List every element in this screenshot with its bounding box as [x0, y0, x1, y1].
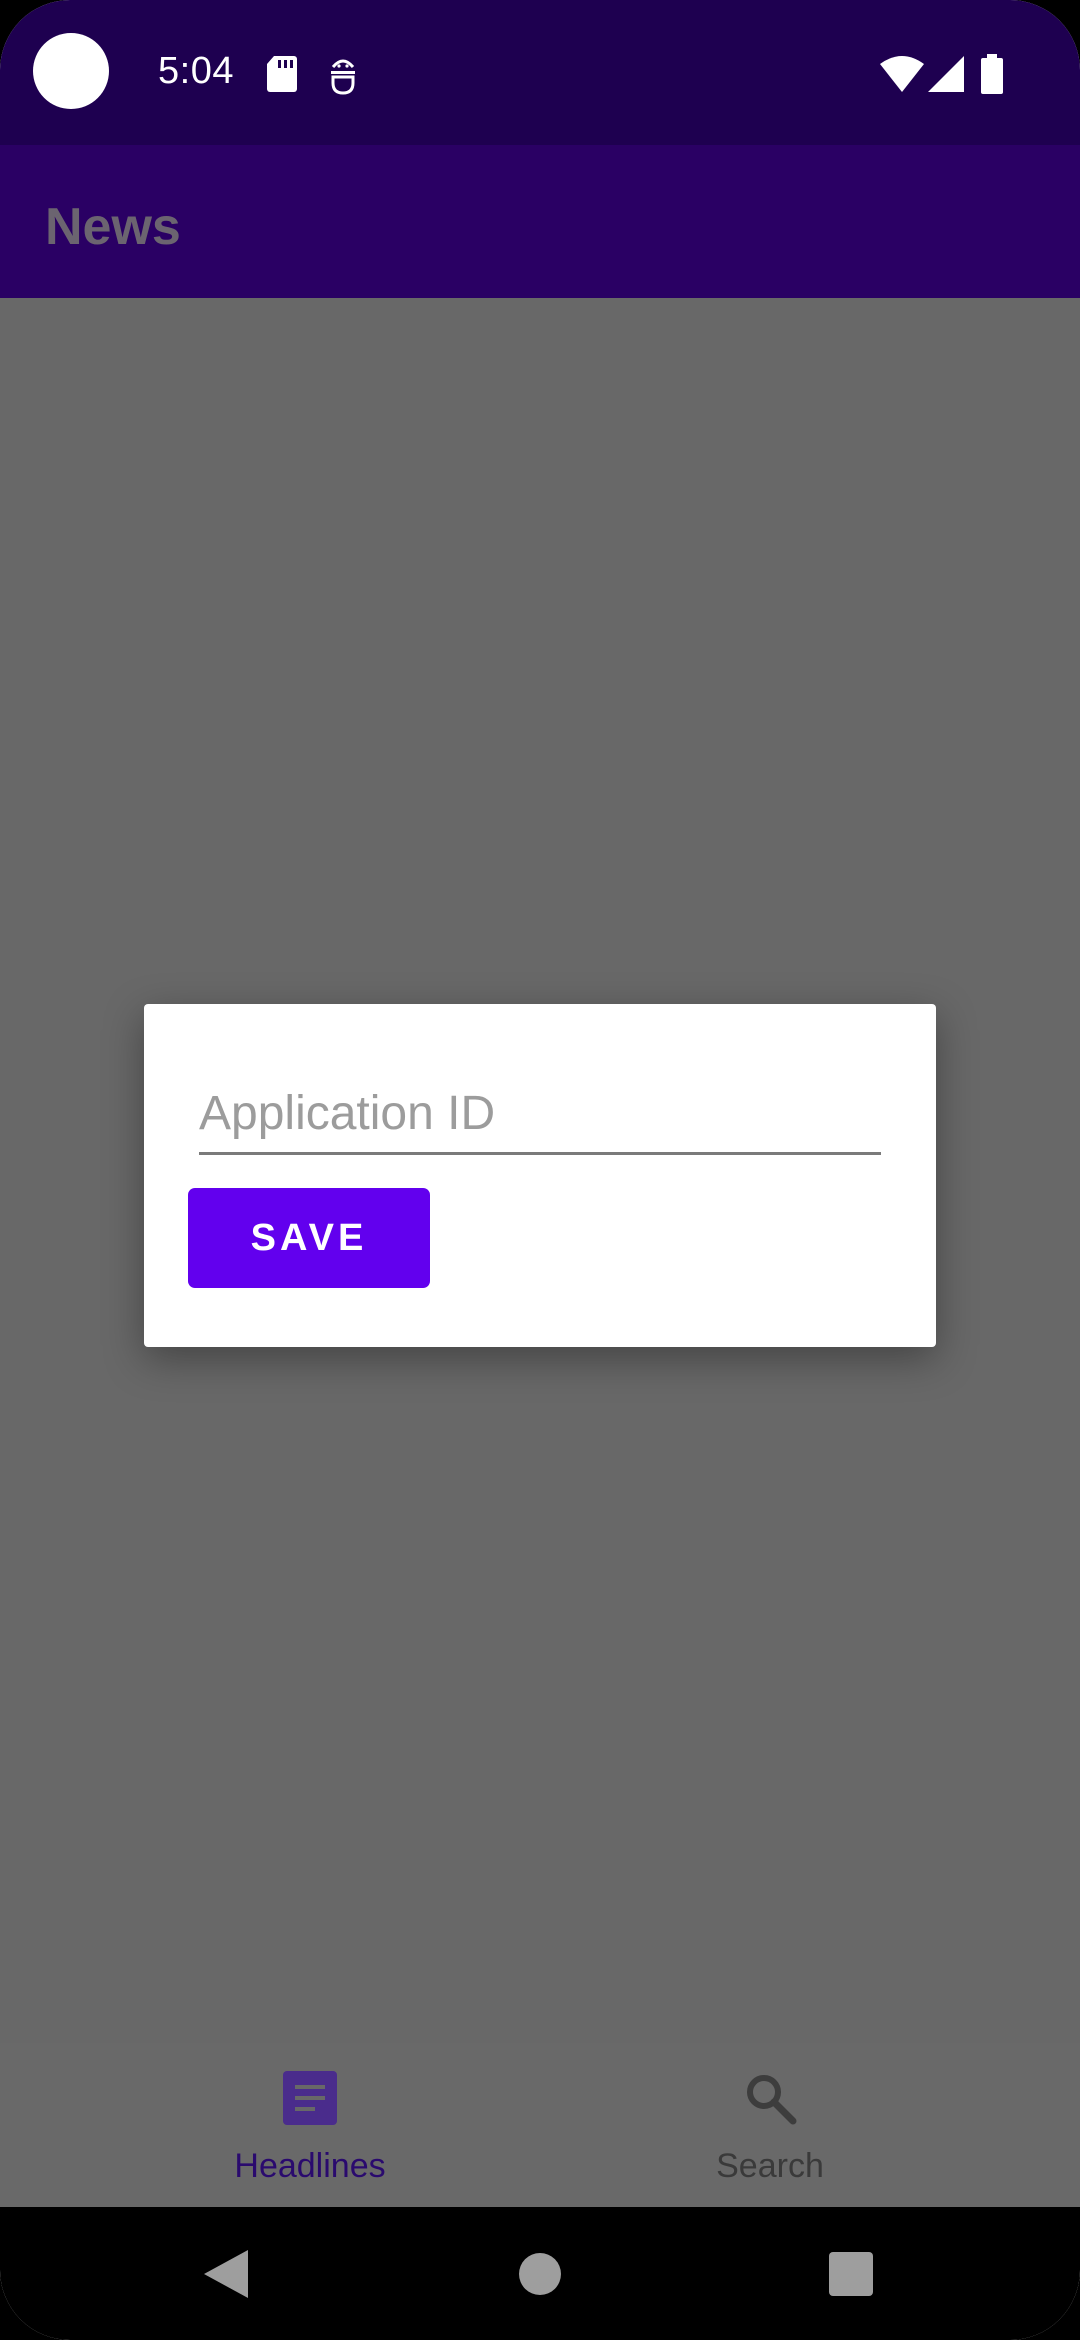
nav-label-search: Search	[716, 2147, 824, 2185]
android-debug-icon	[331, 59, 355, 95]
nav-label-headlines: Headlines	[234, 2147, 386, 2185]
application-id-dialog: SAVE	[144, 1004, 936, 1347]
save-button[interactable]: SAVE	[188, 1188, 430, 1288]
cell-signal-icon	[928, 56, 964, 92]
sd-card-icon	[267, 56, 297, 92]
nav-item-headlines[interactable]: Headlines	[40, 2043, 580, 2207]
battery-icon	[981, 54, 1003, 94]
application-id-input[interactable]	[199, 1074, 881, 1155]
search-icon	[747, 2075, 797, 2125]
back-icon[interactable]	[204, 2250, 248, 2298]
recents-icon[interactable]	[829, 2252, 873, 2296]
nav-item-search[interactable]: Search	[500, 2043, 1040, 2207]
status-clock: 5:04	[158, 50, 234, 92]
phone-screen: 5:04 News Headlines Search Application I…	[0, 0, 1080, 2340]
app-title: News	[45, 198, 181, 256]
article-icon	[283, 2071, 337, 2125]
home-icon[interactable]	[519, 2253, 561, 2295]
camera-cutout	[33, 33, 109, 109]
wifi-icon	[880, 56, 924, 92]
